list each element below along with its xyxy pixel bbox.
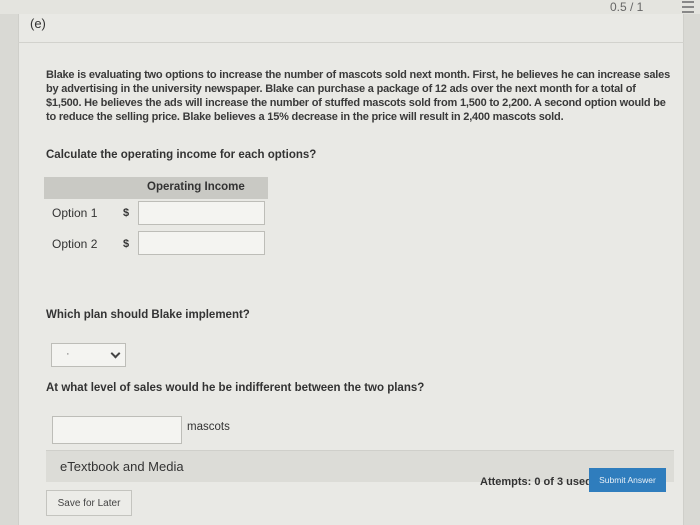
indifference-question: At what level of sales would he be indif…: [46, 382, 425, 394]
menu-icon[interactable]: [682, 1, 694, 13]
option-1-currency: $: [123, 207, 130, 219]
submit-answer-button[interactable]: Submit Answer: [589, 468, 666, 492]
plan-select-value: ·: [66, 348, 70, 360]
option-2-label: Option 2: [52, 237, 98, 251]
score-display: 0.5 / 1: [610, 0, 644, 14]
save-for-later-button[interactable]: Save for Later: [46, 490, 132, 516]
option-2-currency: $: [123, 238, 130, 250]
etextbook-media-label: eTextbook and Media: [60, 459, 184, 474]
chevron-down-icon: [110, 348, 121, 359]
part-label: (e): [30, 16, 46, 31]
plan-question: Which plan should Blake implement?: [46, 309, 250, 321]
question-text: Blake is evaluating two options to incre…: [46, 69, 670, 123]
option-1-operating-income-input[interactable]: [138, 201, 265, 225]
divider: [18, 42, 684, 43]
attempts-counter: Attempts: 0 of 3 used: [480, 476, 592, 488]
operating-income-header: Operating Income: [147, 181, 245, 193]
calculate-prompt: Calculate the operating income for each …: [46, 149, 317, 161]
indifference-mascots-input[interactable]: [52, 416, 182, 444]
option-1-label: Option 1: [52, 206, 98, 220]
option-2-operating-income-input[interactable]: [138, 231, 265, 255]
top-bar: 0.5 / 1: [0, 0, 700, 14]
mascots-unit-label: mascots: [187, 421, 230, 433]
plan-select[interactable]: ·: [51, 343, 126, 367]
table-header: Operating Income: [44, 177, 268, 199]
